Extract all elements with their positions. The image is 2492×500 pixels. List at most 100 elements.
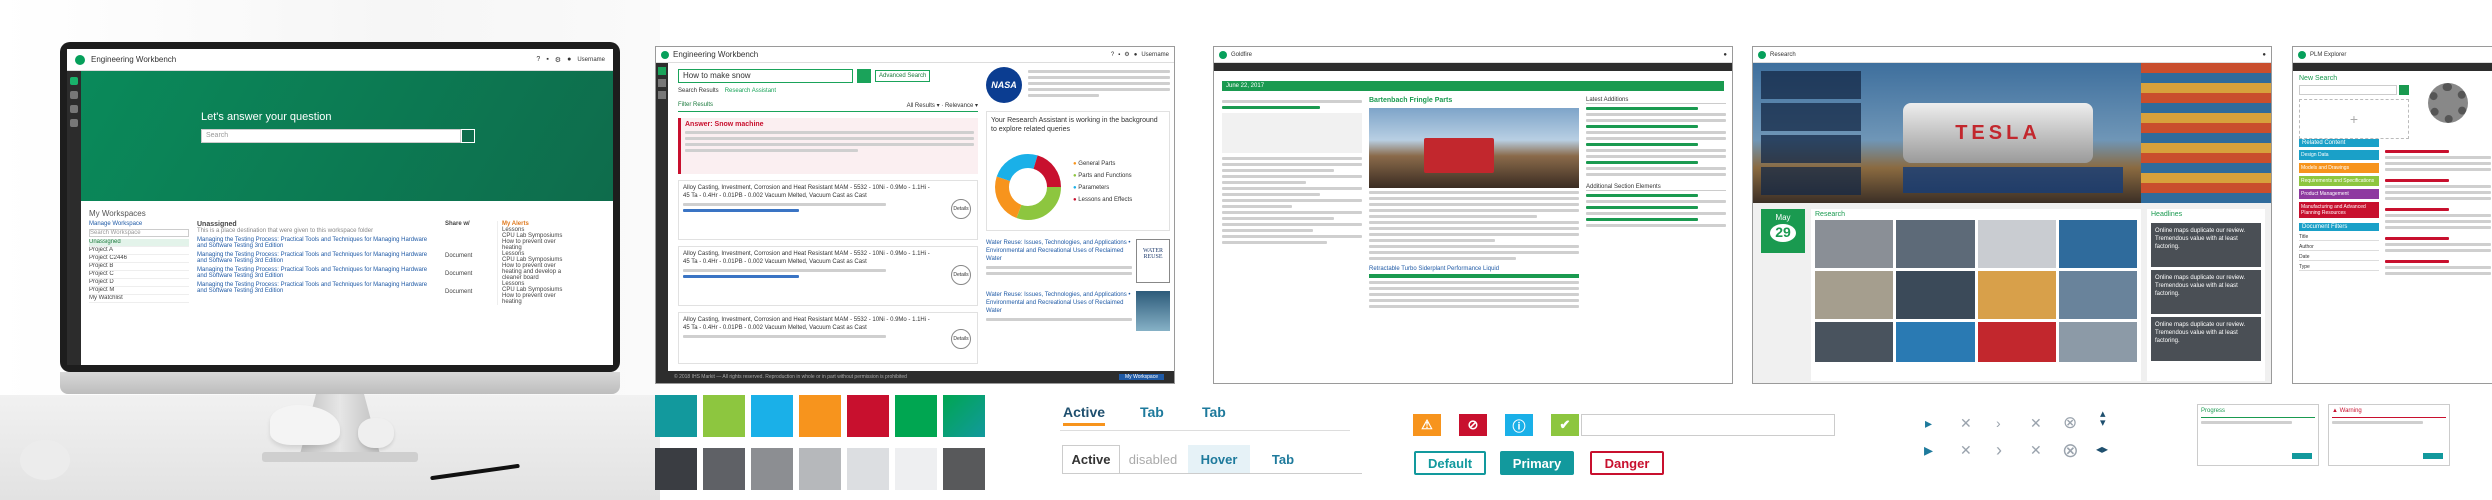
caret-right-icon[interactable]: ▸ [1925, 415, 1932, 432]
rail-home-icon[interactable] [70, 77, 78, 85]
workspace-item[interactable]: My Watchlist [89, 295, 189, 303]
tab-item[interactable]: Tab [1202, 404, 1226, 420]
details-button[interactable]: Details [951, 329, 971, 349]
close-circle-icon[interactable]: ⊗ [2063, 413, 2077, 433]
chat-icon[interactable]: ▪ [546, 56, 548, 63]
shot2-search-input[interactable]: How to make snow [678, 69, 853, 83]
details-button[interactable]: Details [951, 199, 971, 219]
swatch-dark-gray [703, 448, 745, 490]
filter-item[interactable]: Author [2299, 244, 2379, 251]
related-item[interactable]: Product Management [2299, 189, 2379, 199]
close-circle-icon[interactable]: ⊗ [2062, 438, 2079, 463]
news-card[interactable]: Online maps duplicate our review. Tremen… [2151, 317, 2261, 361]
manage-workspace[interactable]: Manage Workspace [89, 221, 189, 227]
sort-updown-icon[interactable]: ▴ ▾ [2100, 409, 2106, 429]
shot2-search-button[interactable] [857, 69, 871, 83]
rail-search-icon[interactable] [70, 105, 78, 113]
book-cover[interactable]: WATER REUSE [1136, 239, 1170, 283]
tab-active[interactable]: Active [1063, 404, 1106, 426]
result-link[interactable]: Managing the Testing Process: Practical … [197, 267, 437, 279]
warning-icon[interactable]: ⚠ [1413, 414, 1441, 436]
upload-drop-zone[interactable]: + [2299, 99, 2409, 139]
result-link[interactable]: Managing the Testing Process: Practical … [197, 252, 437, 264]
search-workspace-input[interactable]: Search Workspace [89, 229, 189, 237]
result-title[interactable]: Alloy Casting, Investment, Corrosion and… [683, 250, 933, 266]
help-icon[interactable]: ? [1111, 52, 1114, 58]
close-x-icon[interactable]: ✕ [2030, 415, 2042, 432]
rail-docs-icon[interactable] [70, 91, 78, 99]
swatch-charcoal [655, 448, 697, 490]
filter-results-dropdown[interactable]: Filter Results [678, 102, 713, 109]
tab-item-boxed[interactable]: Tab [1254, 445, 1312, 473]
username[interactable]: Username [577, 57, 605, 63]
hero-search-button[interactable] [461, 129, 475, 143]
chevron-right-icon[interactable]: › [1996, 440, 2002, 461]
check-icon[interactable]: ✔ [1551, 414, 1579, 436]
result-title[interactable]: Alloy Casting, Investment, Corrosion and… [683, 184, 933, 200]
shot2-left-rail [656, 63, 668, 383]
workspace-button[interactable]: My Workspace [1119, 374, 1164, 380]
book-cover-image[interactable] [1136, 291, 1170, 331]
filter-item[interactable]: Title [2299, 234, 2379, 241]
user-icon[interactable]: ● [567, 56, 571, 63]
related-item[interactable]: Requirements and Specifications [2299, 176, 2379, 186]
resize-horizontal-icon[interactable]: ◂▸ [2096, 442, 2108, 456]
caret-right-large-icon[interactable]: ▸ [1924, 440, 1933, 461]
alert-item[interactable]: How to prevent over heating and develop … [502, 263, 577, 281]
blocked-icon[interactable]: ⊘ [1459, 414, 1487, 436]
user-icon[interactable]: ● [2262, 52, 2266, 58]
tab-active-boxed[interactable]: Active [1062, 445, 1120, 473]
result-title[interactable]: Alloy Casting, Investment, Corrosion and… [683, 316, 933, 332]
result-link[interactable]: Managing the Testing Process: Practical … [197, 282, 437, 294]
workspace-item[interactable]: Project C2446 [89, 255, 189, 263]
alert-item[interactable]: How to prevent over heating [502, 293, 577, 305]
workspace-item[interactable]: Unassigned [89, 239, 189, 247]
chevron-right-icon[interactable]: › [1996, 415, 2001, 431]
news-card[interactable]: Online maps duplicate our review. Tremen… [2151, 223, 2261, 267]
settings-icon[interactable]: ⚙ [1124, 51, 1129, 58]
info-icon[interactable]: ⓘ [1505, 414, 1533, 436]
shot2-user[interactable]: Username [1141, 52, 1169, 58]
user-icon[interactable]: ● [1134, 52, 1138, 58]
workspace-item[interactable]: Project M [89, 287, 189, 295]
tab-research-assistant[interactable]: Research Assistant [725, 88, 776, 94]
related-item[interactable]: Manufacturing and Advanced Planning Reso… [2299, 202, 2379, 218]
rail-tools-icon[interactable] [70, 119, 78, 127]
workspace-item[interactable]: Project B [89, 263, 189, 271]
book-title[interactable]: Water Reuse: Issues, Technologies, and A… [986, 239, 1132, 263]
user-icon[interactable]: ● [1723, 52, 1727, 58]
details-button[interactable]: Details [951, 265, 971, 285]
workspace-list: Manage Workspace Search Workspace Unassi… [89, 221, 189, 305]
close-x-icon[interactable]: ✕ [1960, 442, 1972, 459]
plm-search-button[interactable] [2399, 85, 2409, 95]
related-item[interactable]: Models and Drawings [2299, 163, 2379, 173]
close-x-icon[interactable]: ✕ [1960, 415, 1972, 432]
tab-item[interactable]: Tab [1140, 404, 1164, 420]
book-title[interactable]: Water Reuse: Issues, Technologies, and A… [986, 291, 1132, 315]
workspace-item[interactable]: Project D [89, 279, 189, 287]
close-x-icon[interactable]: ✕ [2030, 442, 2042, 459]
tab-hover[interactable]: Hover [1188, 445, 1250, 473]
progress-dialog-button[interactable] [2292, 453, 2312, 459]
filter-item[interactable]: Date [2299, 254, 2379, 261]
settings-icon[interactable]: ⚙ [555, 56, 561, 64]
relevance-dropdown[interactable]: Relevance [945, 103, 973, 109]
filter-item[interactable]: Type [2299, 264, 2379, 271]
workspace-item[interactable]: Project C [89, 271, 189, 279]
advanced-search-button[interactable]: Advanced Search [875, 70, 931, 82]
news-card[interactable]: Online maps duplicate our review. Tremen… [2151, 270, 2261, 314]
help-icon[interactable]: ? [536, 56, 540, 63]
primary-button[interactable]: Primary [1500, 451, 1574, 475]
tab-search-results[interactable]: Search Results [678, 88, 719, 94]
danger-button[interactable]: Danger [1590, 451, 1664, 475]
hero-search-input[interactable]: Search [201, 129, 461, 143]
workspace-item[interactable]: Project A [89, 247, 189, 255]
alert-item[interactable]: How to prevent over heating [502, 239, 577, 251]
result-link[interactable]: Managing the Testing Process: Practical … [197, 237, 437, 249]
plm-search-input[interactable] [2299, 85, 2397, 95]
all-results-dropdown[interactable]: All Results [907, 103, 935, 109]
chat-icon[interactable]: ▪ [1118, 52, 1120, 58]
related-item[interactable]: Design Data [2299, 150, 2379, 160]
default-button[interactable]: Default [1414, 451, 1486, 475]
warning-dialog-button[interactable] [2423, 453, 2443, 459]
